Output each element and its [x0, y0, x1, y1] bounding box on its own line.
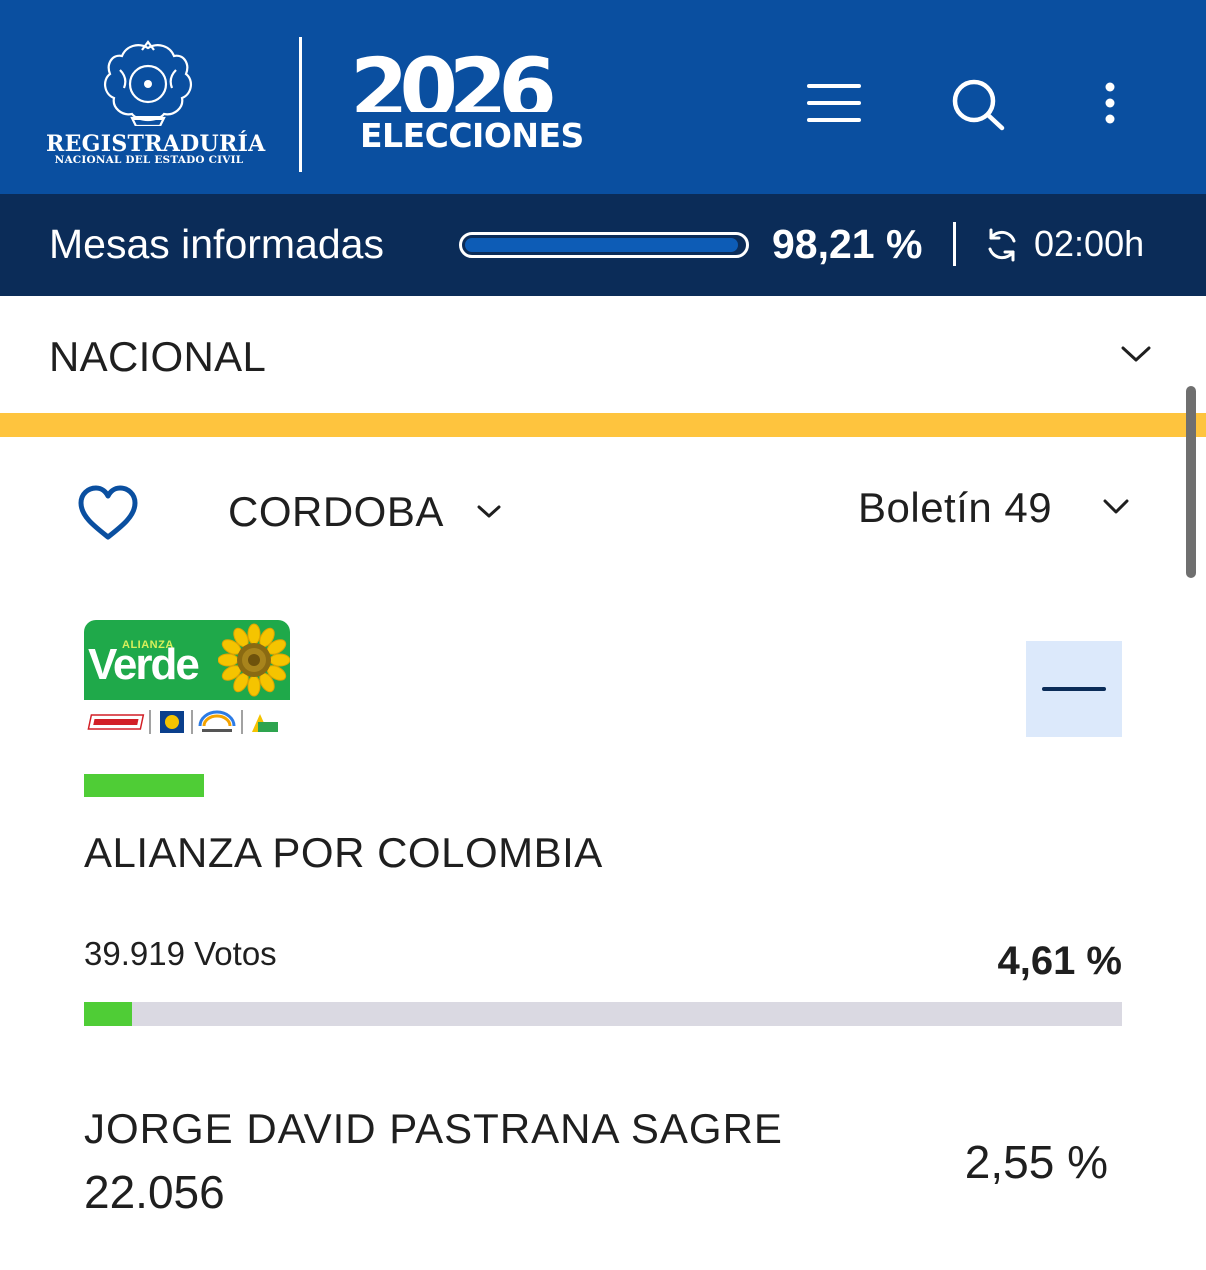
- accent-band: [0, 413, 1206, 437]
- scope-selector[interactable]: NACIONAL: [0, 296, 1206, 413]
- heart-outline-icon[interactable]: [76, 484, 140, 542]
- collapse-button[interactable]: [1026, 641, 1122, 737]
- last-update-time: 02:00h: [1034, 223, 1145, 264]
- party-vote-bar: [84, 1002, 1122, 1026]
- bulletin-label: Boletín 49: [858, 484, 1053, 531]
- registraduria-name: REGISTRADURÍA: [46, 131, 266, 157]
- logo-elecciones: ELECCIONES: [360, 116, 584, 155]
- bulletin-select[interactable]: Boletín 49: [858, 480, 1138, 536]
- sunflower-icon: [218, 623, 290, 697]
- party-votes: 39.919 Votos: [84, 935, 277, 972]
- candidate-percentage: 2,55 %: [964, 1136, 1108, 1188]
- mesas-label: Mesas informadas: [49, 221, 384, 267]
- registraduria-logo[interactable]: REGISTRADURÍA NACIONAL DEL ESTADO CIVIL: [46, 40, 266, 170]
- app-header: REGISTRADURÍA NACIONAL DEL ESTADO CIVIL …: [0, 0, 1206, 194]
- party-logo: ALIANZA Verde: [84, 620, 290, 740]
- chevron-down-icon: [477, 505, 501, 518]
- mesas-percentage: 98,21 %: [772, 221, 923, 267]
- party-color-swatch: [84, 774, 204, 797]
- status-divider: [953, 222, 956, 266]
- header-divider: [299, 37, 302, 172]
- candidate-votes: 22.056: [84, 1166, 225, 1218]
- department-select[interactable]: CORDOBA: [228, 484, 501, 540]
- chevron-down-icon: [1103, 499, 1129, 514]
- coat-of-arms-icon: [104, 40, 192, 126]
- minus-icon: [1042, 687, 1106, 691]
- refresh-icon[interactable]: [984, 227, 1020, 263]
- scope-selected-label: NACIONAL: [49, 333, 267, 380]
- coalition-logos-strip: [84, 700, 290, 740]
- vertical-dots-icon[interactable]: [1100, 82, 1120, 126]
- elecciones-2026-logo: 2026 ELECCIONES: [350, 44, 595, 156]
- party-name: ALIANZA POR COLOMBIA: [84, 829, 603, 876]
- party-logo-verde: Verde: [88, 640, 200, 689]
- search-icon[interactable]: [950, 78, 1006, 132]
- party-vote-bar-fill: [84, 1002, 132, 1026]
- hamburger-menu-icon[interactable]: [806, 82, 862, 124]
- candidate-name: JORGE DAVID PASTRANA SAGRE: [84, 1105, 783, 1152]
- registraduria-subtitle: NACIONAL DEL ESTADO CIVIL: [54, 154, 244, 166]
- scrollbar[interactable]: [1186, 386, 1196, 578]
- mesas-progress-bar: [459, 232, 749, 258]
- chevron-down-icon: [1121, 346, 1151, 362]
- mesas-progress-fill: [465, 238, 739, 252]
- department-label: CORDOBA: [228, 488, 444, 535]
- mesas-status-bar: Mesas informadas 98,21 % 02:00h: [0, 194, 1206, 296]
- party-percentage: 4,61 %: [997, 939, 1122, 983]
